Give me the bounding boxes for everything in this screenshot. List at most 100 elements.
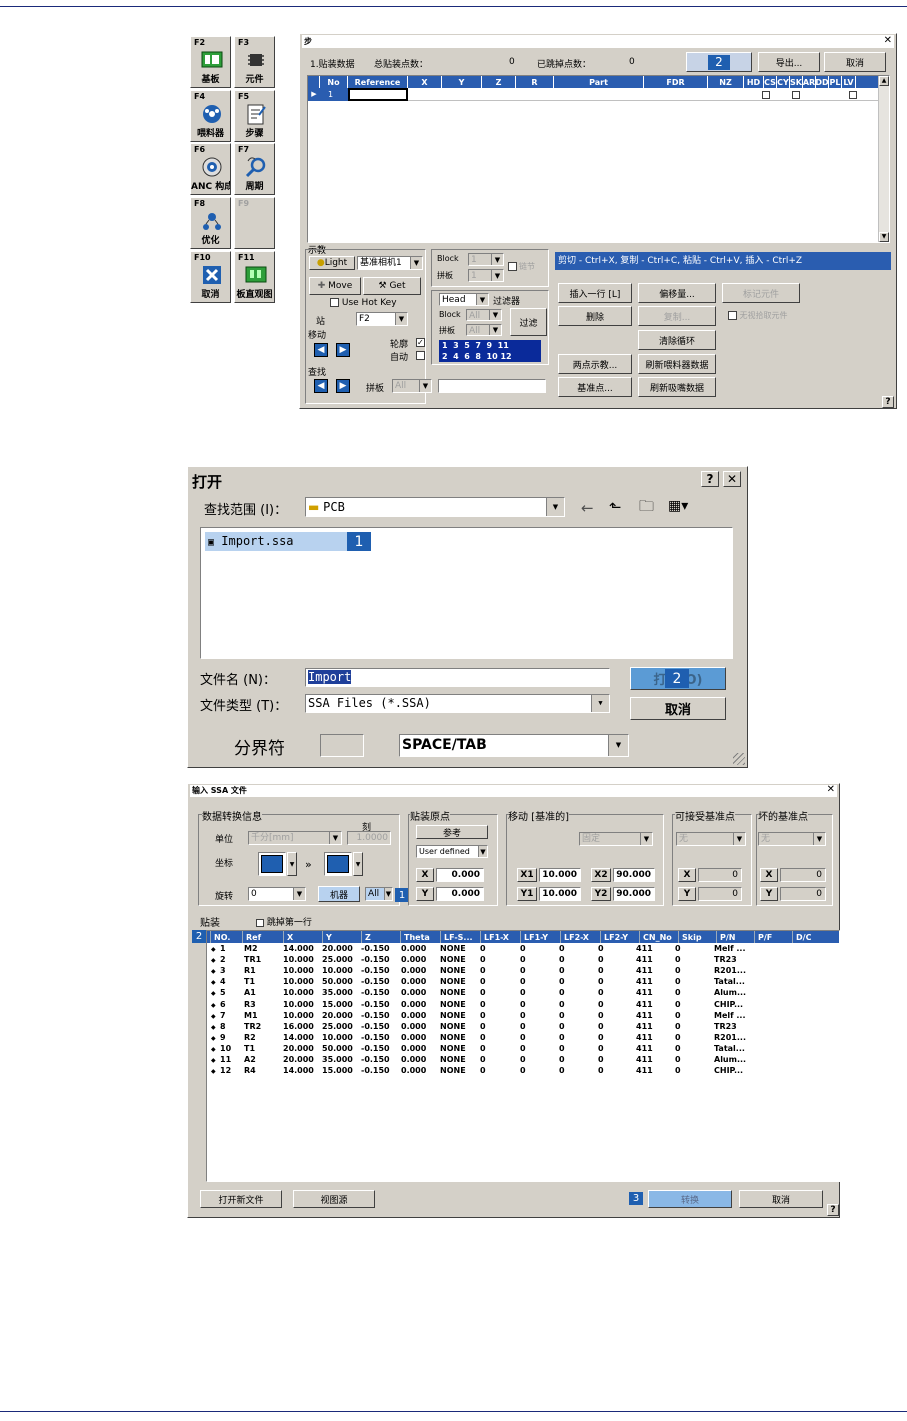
find-next-icon[interactable]: ▶ — [336, 379, 350, 393]
panel-select[interactable]: 1 ▼ — [468, 269, 504, 282]
column-header[interactable]: LF2-X — [560, 931, 600, 943]
bad-y-input[interactable]: 0 — [780, 887, 826, 901]
column-header[interactable] — [308, 76, 320, 88]
back-icon[interactable]: ← — [581, 499, 594, 517]
column-header[interactable]: LV — [842, 76, 856, 88]
table-row[interactable]: ◆ 2 TR1 10.000 25.000 -0.150 0.000 NONE 0 0 0 0 411 0… — [188, 955, 828, 966]
filter-panel-select[interactable]: All ▼ — [466, 324, 502, 336]
convert-button[interactable]: 转换 — [648, 1190, 732, 1208]
file-item[interactable]: ▣ Import.ssa — [205, 532, 347, 551]
cancel-button[interactable]: 取消 — [739, 1190, 823, 1208]
head-number-grid[interactable]: 1 3 5 7 9 11 2 4 6 8 10 12 — [439, 340, 541, 362]
column-header[interactable]: No — [320, 76, 348, 88]
column-header[interactable]: Y — [442, 76, 482, 88]
mark-part-button[interactable]: 标记元件 — [722, 283, 800, 303]
view-source-button[interactable]: 视图源 — [293, 1190, 375, 1208]
hotkey-checkbox[interactable]: Use Hot Key — [330, 298, 397, 308]
column-header[interactable]: HD — [744, 76, 764, 88]
column-header[interactable]: SK — [790, 76, 803, 88]
camera-select[interactable]: 基准相机1 ▼ — [357, 256, 423, 270]
delimiter-custom-input[interactable] — [320, 734, 364, 757]
fkey-f5[interactable]: F5 步骤 — [234, 90, 275, 142]
find-panel-select[interactable]: All ▼ — [392, 379, 432, 393]
machine-select[interactable]: All ▼ — [365, 887, 393, 901]
x2-input[interactable]: 90.000 — [613, 868, 655, 882]
column-header[interactable]: FDR — [644, 76, 708, 88]
fkey-f4[interactable]: F4 喂料器 — [190, 90, 231, 142]
block-select[interactable]: 1 ▼ — [468, 253, 504, 266]
rotate-select[interactable]: 0 ▼ — [248, 887, 306, 901]
column-header[interactable]: Theta — [400, 931, 440, 943]
row-checkbox[interactable] — [762, 91, 770, 99]
offset-button[interactable]: 偏移量... — [638, 283, 716, 303]
fkey-f6[interactable]: F6 ANC 构成 — [190, 143, 231, 195]
table-row[interactable]: ◆ 3 R1 10.000 10.000 -0.150 0.000 NONE 0 0 0 0 411 0 R… — [188, 966, 828, 977]
column-header[interactable]: X — [283, 931, 322, 943]
scroll-down-icon[interactable]: ▼ — [879, 232, 889, 242]
target-coord-icon[interactable] — [324, 852, 352, 876]
bad-select[interactable]: 无 ▼ — [758, 832, 826, 846]
link-checkbox[interactable] — [508, 262, 517, 271]
column-header[interactable]: Part — [554, 76, 644, 88]
placement-grid[interactable]: No Reference X Y Z R Part FDR NZ HD CS CY SK AR DD PL LV… — [307, 75, 890, 243]
copy-button[interactable]: 复制... — [638, 306, 716, 326]
close-icon[interactable]: ✕ — [827, 784, 835, 795]
close-icon[interactable]: ✕ — [723, 471, 741, 487]
accept-select[interactable]: 无 ▼ — [676, 832, 746, 846]
column-header[interactable]: CS — [764, 76, 777, 88]
table-row[interactable]: ◆ 4 T1 10.000 50.000 -0.150 0.000 NONE 0 0 0 0 411 0 T… — [188, 977, 828, 988]
column-header[interactable]: DD — [816, 76, 829, 88]
filter-block-select[interactable]: All ▼ — [466, 309, 502, 321]
column-header[interactable]: NO. — [210, 931, 242, 943]
insert-row-button[interactable]: 插入一行 [L] — [558, 283, 632, 303]
column-header[interactable]: P/N — [716, 931, 754, 943]
column-header[interactable]: CN_No — [639, 931, 678, 943]
find-input[interactable] — [438, 379, 546, 393]
column-header[interactable]: Z — [482, 76, 516, 88]
column-header[interactable]: LF1-Y — [520, 931, 560, 943]
vertical-scrollbar[interactable]: ▲ ▼ — [878, 76, 889, 242]
help-icon[interactable]: ? — [701, 471, 719, 487]
chevron-down-icon[interactable]: ▼ — [353, 852, 363, 876]
open-new-file-button[interactable]: 打开新文件 — [200, 1190, 282, 1208]
move-button[interactable]: ✚ Move — [309, 277, 361, 295]
filename-input[interactable]: Import — [305, 668, 610, 687]
light-button[interactable]: ● Light — [309, 256, 355, 270]
arrow-left-icon[interactable]: ◀ — [314, 343, 328, 357]
column-header[interactable]: LF-S... — [440, 931, 480, 943]
column-header[interactable]: Ref — [242, 931, 283, 943]
column-header[interactable]: CY — [777, 76, 790, 88]
station-select[interactable]: F2 ▼ — [356, 312, 408, 326]
table-row[interactable]: ◆ 10 T1 20.000 50.000 -0.150 0.000 NONE 0 0 0 0 411 0… — [188, 1044, 828, 1055]
x1-input[interactable]: 10.000 — [539, 868, 581, 882]
unknown-button[interactable]: 2 — [686, 52, 752, 72]
unit-select[interactable]: 千分[mm] ▼ — [248, 831, 342, 845]
fkey-f11[interactable]: F11 板直观图 — [234, 251, 275, 303]
filter-button[interactable]: 过滤 — [510, 308, 547, 336]
column-header[interactable]: Reference — [348, 76, 408, 88]
resize-grip-icon[interactable] — [733, 753, 745, 765]
row-checkbox[interactable] — [792, 91, 800, 99]
accept-y-input[interactable]: 0 — [698, 887, 742, 901]
table-row[interactable]: ◆ 7 M1 10.000 20.000 -0.150 0.000 NONE 0 0 0 0 411 0 M… — [188, 1011, 828, 1022]
fkey-f8[interactable]: F8 优化 — [190, 197, 231, 249]
origin-select[interactable]: User defined ▼ — [416, 845, 488, 858]
column-header[interactable]: D/C — [792, 931, 839, 943]
column-header[interactable]: AR — [803, 76, 816, 88]
reference-button[interactable]: 参考 — [416, 825, 488, 839]
get-button[interactable]: ⚒ Get — [363, 277, 421, 295]
outline-checkbox[interactable]: ✓ — [416, 338, 425, 347]
bad-x-input[interactable]: 0 — [780, 868, 826, 882]
close-icon[interactable]: ✕ — [884, 35, 892, 46]
move-select[interactable]: 固定 ▼ — [579, 832, 653, 846]
column-header[interactable]: NZ — [708, 76, 744, 88]
cancel-button[interactable]: 取消 — [824, 52, 886, 72]
y2-input[interactable]: 90.000 — [613, 887, 655, 901]
delete-button[interactable]: 删除 — [558, 306, 632, 326]
table-row[interactable]: ◆ 6 R3 10.000 15.000 -0.150 0.000 NONE 0 0 0 0 411 0 C… — [188, 1000, 828, 1011]
skip-pick-checkbox[interactable]: 无视拾取元件 — [728, 310, 788, 321]
table-row[interactable]: ◆ 8 TR2 16.000 25.000 -0.150 0.000 NONE 0 0 0 0 411 0… — [188, 1022, 828, 1033]
skip-first-checkbox[interactable]: 跳掉第一行 — [256, 915, 312, 928]
origin-y-input[interactable]: 0.000 — [436, 887, 484, 901]
look-in-select[interactable]: ▬ PCB ▼ — [305, 497, 565, 517]
